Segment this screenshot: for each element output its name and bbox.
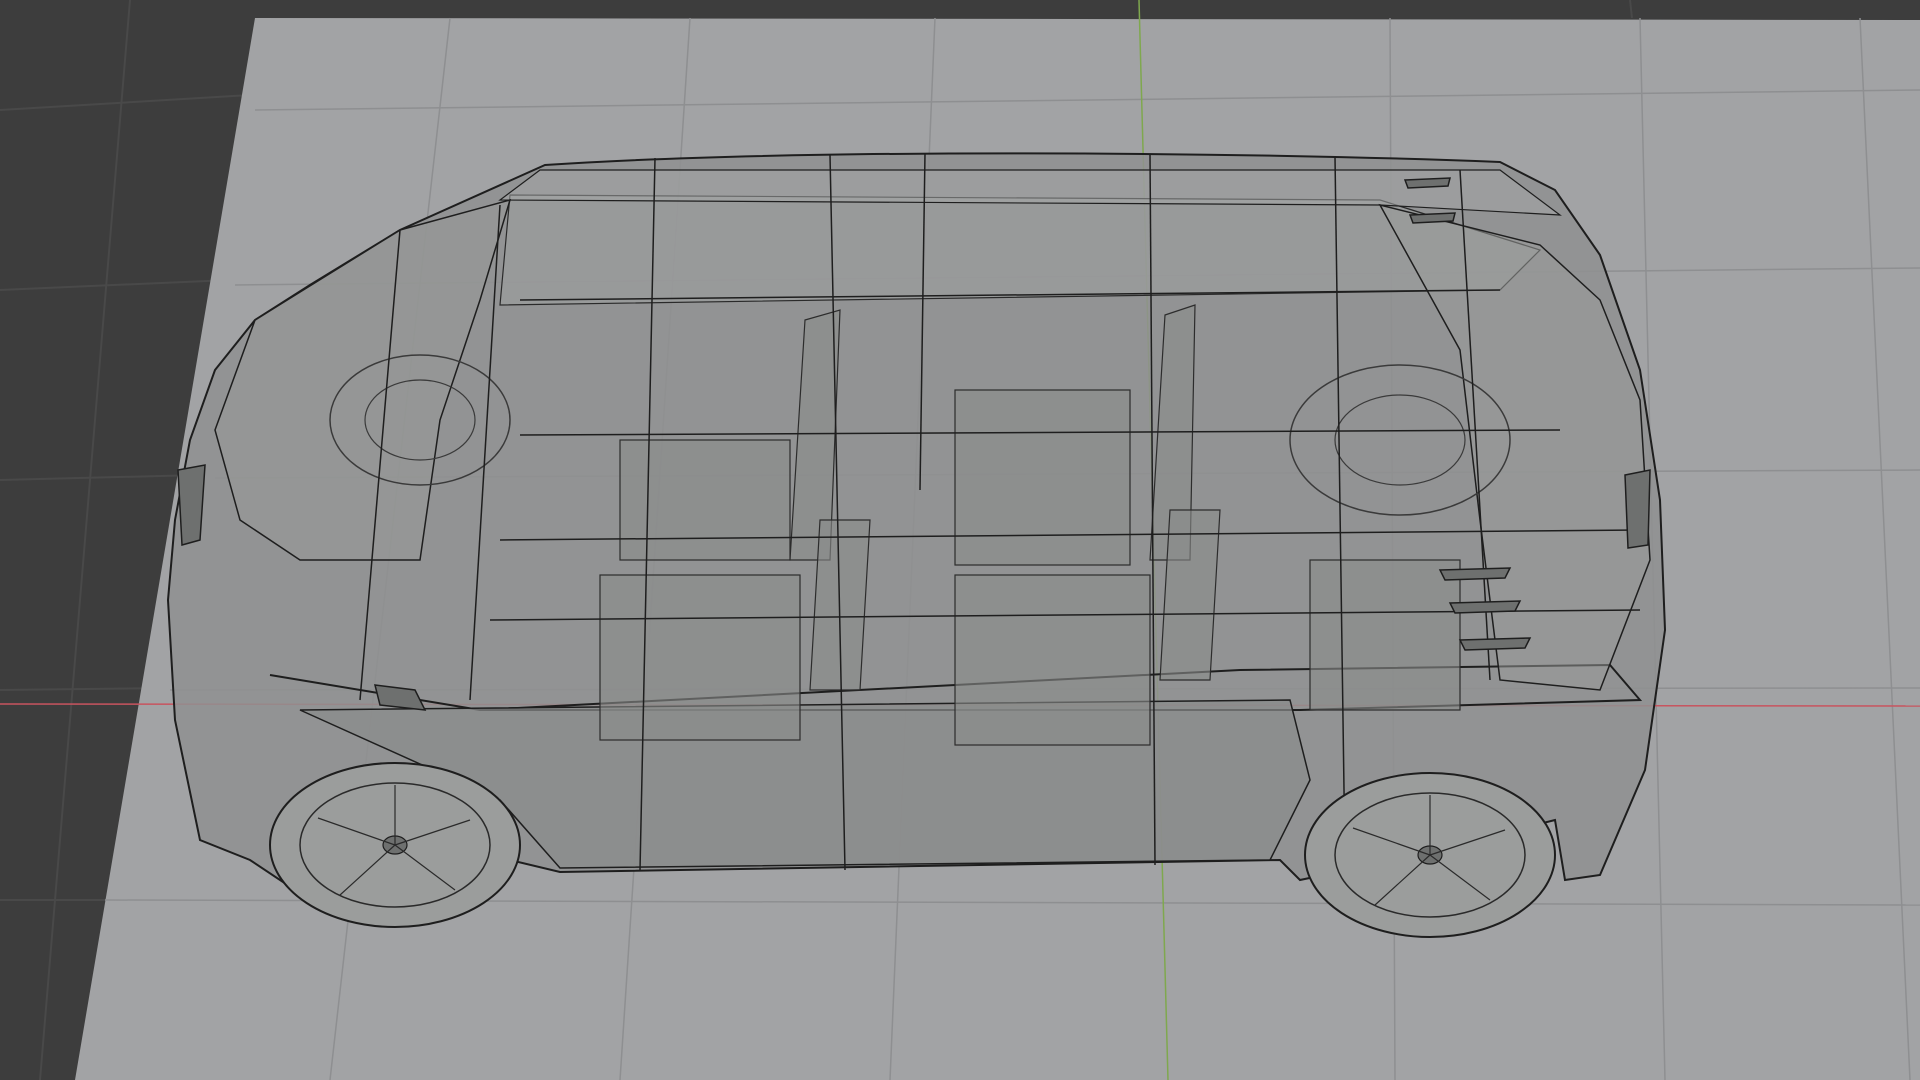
viewport-canvas[interactable]: [0, 0, 1920, 1080]
front-wheel-icon: [269, 762, 521, 928]
rear-wheel-icon: [1304, 772, 1556, 938]
3d-viewport[interactable]: [0, 0, 1920, 1080]
headlight: [177, 464, 206, 546]
van-wireframe-icon[interactable]: [166, 152, 1667, 938]
taillight: [1624, 469, 1651, 549]
